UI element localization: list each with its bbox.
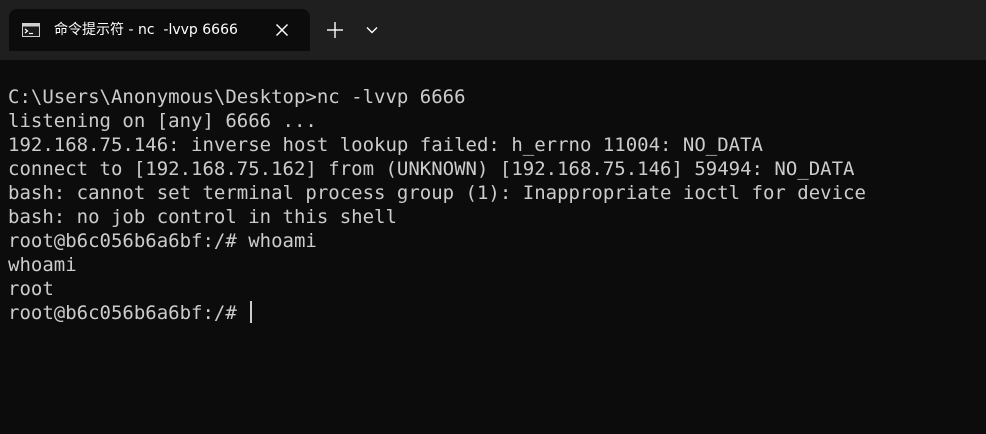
terminal-output[interactable]: C:\Users\Anonymous\Desktop>nc -lvvp 6666… <box>0 60 986 434</box>
terminal-line: C:\Users\Anonymous\Desktop>nc -lvvp 6666 <box>8 86 466 108</box>
terminal-line: bash: cannot set terminal process group … <box>8 182 866 204</box>
text-cursor <box>250 301 253 323</box>
shell-prompt: root@b6c056b6a6bf:/# <box>8 302 249 324</box>
plus-icon[interactable] <box>324 19 346 41</box>
terminal-line: listening on [any] 6666 ... <box>8 110 317 132</box>
close-icon[interactable] <box>271 19 293 41</box>
terminal-prompt-line[interactable]: root@b6c056b6a6bf:/# <box>8 301 866 325</box>
terminal-line: root@b6c056b6a6bf:/# whoami <box>8 230 317 252</box>
terminal-line: connect to [192.168.75.162] from (UNKNOW… <box>8 158 855 180</box>
chevron-down-icon[interactable] <box>362 21 382 39</box>
terminal-line: whoami <box>8 254 77 276</box>
terminal-line: root <box>8 278 54 300</box>
title-bar: 命令提示符 - nc -lvvp 6666 <box>0 0 986 60</box>
terminal-icon <box>22 22 40 37</box>
tab-title: 命令提示符 - nc -lvvp 6666 <box>54 22 238 38</box>
terminal-line: 192.168.75.146: inverse host lookup fail… <box>8 134 763 156</box>
tab-command-prompt[interactable]: 命令提示符 - nc -lvvp 6666 <box>9 9 310 51</box>
terminal-lines: C:\Users\Anonymous\Desktop>nc -lvvp 6666… <box>8 85 866 325</box>
terminal-line: bash: no job control in this shell <box>8 206 397 228</box>
